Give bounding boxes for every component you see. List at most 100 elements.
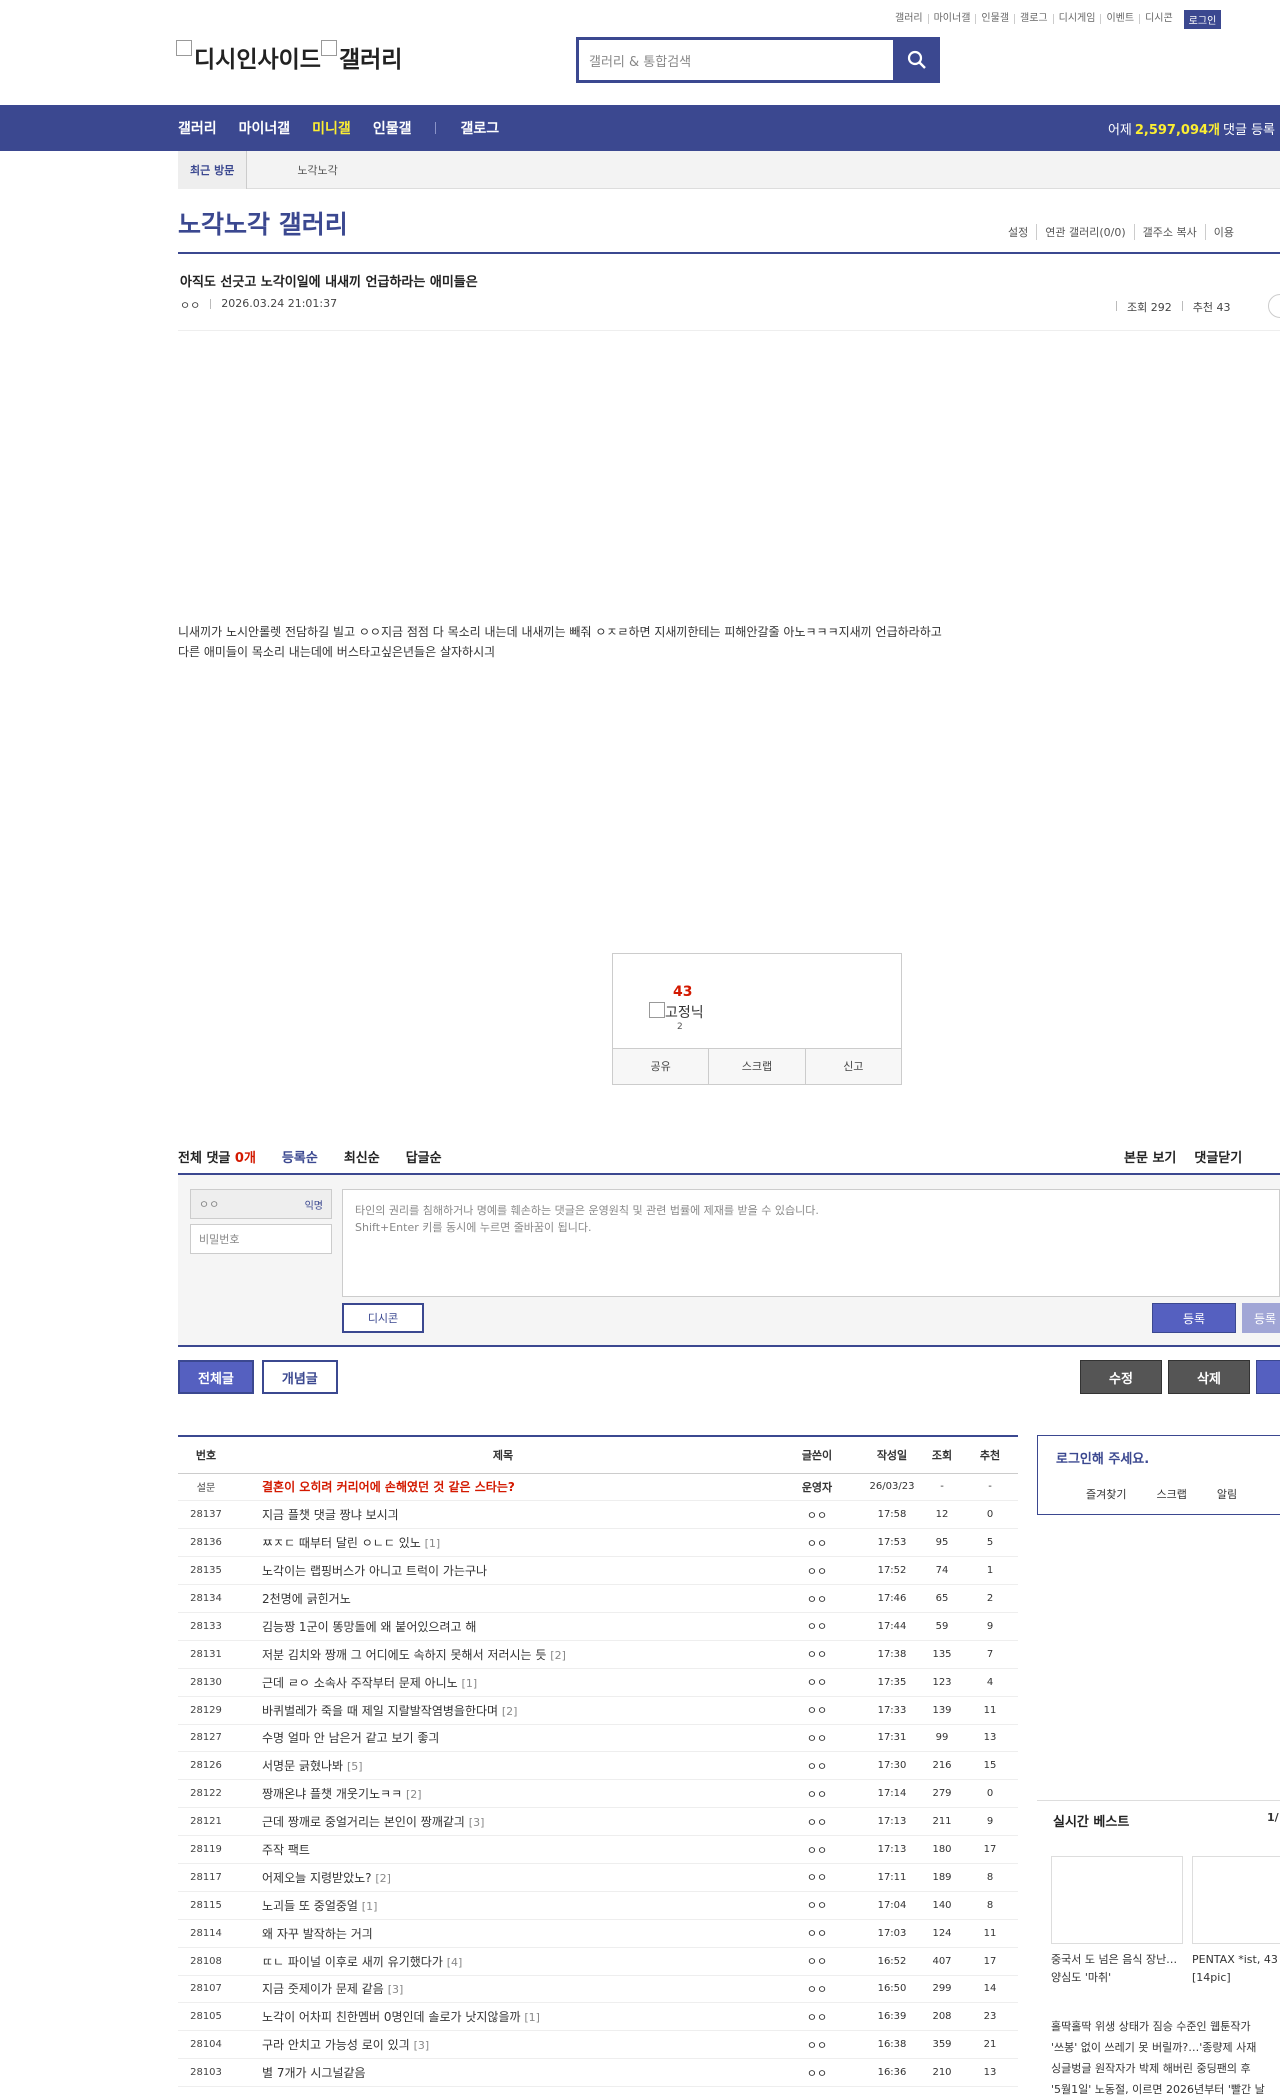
table-row[interactable]: 28122 짱깨온냐 플챗 개웃기노ㅋㅋ [2] ㅇㅇ 17:14 279 0: [178, 1779, 1018, 1809]
row-title[interactable]: 지금 줏제이가 문제 같음 [3]: [234, 1975, 772, 2004]
password-input[interactable]: 비밀번호: [190, 1224, 332, 1254]
dccon-button[interactable]: 디시콘: [342, 1303, 424, 1333]
table-row[interactable]: 28121 근데 짱깨로 중얼거리는 본인이 짱깨같긔 [3] ㅇㅇ 17:13 211…: [178, 1807, 1018, 1837]
row-writer[interactable]: ㅇㅇ: [772, 1500, 862, 1530]
row-title-text[interactable]: 바퀴벌레가 죽을 때 제일 지랄발작염병을한다며: [262, 1704, 498, 1718]
table-row[interactable]: 28131 저분 김치와 짱깨 그 어디에도 속하지 못해서 저러시는 듯 [2]…: [178, 1640, 1018, 1669]
row-title-text[interactable]: 근데 ㄹㅇ 소속사 주작부터 문제 아니노: [262, 1676, 458, 1690]
best-thumbnail[interactable]: [1051, 1856, 1183, 1944]
report-button[interactable]: 신고: [806, 1049, 901, 1084]
row-title[interactable]: 짱깨온냐 플챗 개웃기노ㅋㅋ [2]: [234, 1779, 772, 1809]
table-row[interactable]: 28133 김능짱 1군이 똥망돌에 왜 붙어있으려고 해 ㅇㅇ 17:44 59 9: [178, 1612, 1018, 1641]
row-title[interactable]: 근데 ㄹㅇ 소속사 주작부터 문제 아니노 [1]: [234, 1668, 772, 1697]
row-title-text[interactable]: 노각이는 랩핑버스가 아니고 트럭이 가는구나: [262, 1564, 487, 1578]
table-row[interactable]: 28130 근데 ㄹㅇ 소속사 주작부터 문제 아니노 [1] ㅇㅇ 17:35 123…: [178, 1668, 1018, 1697]
row-title[interactable]: 별 7개가 시그널같음: [234, 2058, 772, 2088]
table-row[interactable]: 28105 노각이 어차피 친한멤버 0명인데 솔로가 낫지않을까 [1] ㅇㅇ 16…: [178, 2002, 1018, 2032]
table-row[interactable]: 28137 지금 플챗 댓글 짱냐 보시긔 ㅇㅇ 17:58 12 0: [178, 1500, 1018, 1530]
gnb-gallog[interactable]: 갤로그: [460, 118, 499, 138]
row-title[interactable]: 근데 짱깨로 중얼거리는 본인이 짱깨같긔 [3]: [234, 1807, 772, 1837]
recent-visit-label[interactable]: 최근 방문: [178, 150, 248, 189]
util-link-gallog[interactable]: 갤로그: [1015, 14, 1054, 24]
comment-jump-button[interactable]: [1268, 294, 1280, 318]
row-writer[interactable]: ㅇㅇ: [772, 1863, 862, 1892]
table-row[interactable]: 28117 어제오늘 지령받았노? [2] ㅇㅇ 17:11 189 8: [178, 1863, 1018, 1892]
row-writer[interactable]: ㅇㅇ: [772, 1668, 862, 1697]
row-title-text[interactable]: 김능짱 1군이 똥망돌에 왜 붙어있으려고 해: [262, 1620, 476, 1634]
notice-row[interactable]: 설문 결혼이 오히려 커리어에 손해였던 것 같은 스타는? 운영자 26/03…: [178, 1473, 1018, 1502]
best-caption[interactable]: 중국서 도 넘은 음식 장난…양심도 '마취': [1051, 1951, 1183, 1987]
row-writer[interactable]: ㅇㅇ: [772, 1835, 862, 1864]
best-thumbnail[interactable]: [1192, 1856, 1280, 1944]
row-title-text[interactable]: 노괴들 또 중얼중얼: [262, 1899, 358, 1913]
sort-registered[interactable]: 등록순: [282, 1147, 318, 1166]
row-title[interactable]: 구라 안치고 가능성 로이 있긔 [3]: [234, 2030, 772, 2060]
row-title[interactable]: 어제오늘 지령받았노? [2]: [234, 1863, 772, 1892]
recommend-button[interactable]: 고정닉: [649, 1002, 704, 1022]
row-writer[interactable]: ㅇㅇ: [772, 1779, 862, 1809]
table-row[interactable]: 28134 2천명에 긁힌거노 ㅇㅇ 17:46 65 2: [178, 1584, 1018, 1613]
row-title[interactable]: ㄸㄴ 파이널 이후로 새끼 유기했다가 [4]: [234, 1947, 772, 1976]
gallery-title[interactable]: 노각노각 갤러리: [178, 205, 348, 241]
reply-count[interactable]: [3]: [388, 1983, 404, 1996]
alarm-link[interactable]: 알림: [1217, 1486, 1237, 1502]
reply-count[interactable]: [3]: [414, 2039, 430, 2052]
scrap-button[interactable]: 스크랩: [709, 1049, 806, 1084]
favorites-link[interactable]: 즐겨찾기: [1086, 1486, 1126, 1502]
row-title-text[interactable]: 짱깨온냐 플챗 개웃기노ㅋㅋ: [262, 1787, 402, 1801]
comment-register-recommend-button[interactable]: 등록: [1242, 1303, 1280, 1333]
row-title[interactable]: 바퀴벌레가 죽을 때 제일 지랄발작염병을한다며 [2]: [234, 1696, 772, 1725]
gnb-gallery[interactable]: 갤러리: [178, 118, 217, 138]
row-writer[interactable]: ㅇㅇ: [772, 1891, 862, 1920]
gnb-minor[interactable]: 마이너갤: [239, 118, 291, 138]
reply-count[interactable]: [3]: [469, 1816, 485, 1829]
row-title[interactable]: 2천명에 긁힌거노: [234, 1584, 772, 1613]
row-title[interactable]: 노각이는 랩핑버스가 아니고 트럭이 가는구나: [234, 1556, 772, 1586]
reply-count[interactable]: [1]: [362, 1900, 378, 1913]
util-link-event[interactable]: 이벤트: [1101, 14, 1141, 24]
table-row[interactable]: 28107 지금 줏제이가 문제 같음 [3] ㅇㅇ 16:50 299 14: [178, 1975, 1018, 2004]
reply-count[interactable]: [2]: [375, 1872, 391, 1885]
row-title[interactable]: 왜 자꾸 발작하는 거긔: [234, 1919, 772, 1948]
row-writer[interactable]: 운영자: [772, 1473, 862, 1502]
row-title[interactable]: 저분 김치와 짱깨 그 어디에도 속하지 못해서 저러시는 듯 [2]: [234, 1640, 772, 1669]
row-title-text[interactable]: ㅉㅈㄷ 때부터 달린 ㅇㄴㄷ 있노: [262, 1536, 421, 1550]
edit-button[interactable]: 수정: [1080, 1360, 1162, 1394]
row-writer[interactable]: ㅇㅇ: [772, 2002, 862, 2032]
table-row[interactable]: 28129 바퀴벌레가 죽을 때 제일 지랄발작염병을한다며 [2] ㅇㅇ 17:33…: [178, 1696, 1018, 1725]
reply-count[interactable]: [1]: [425, 1537, 441, 1550]
usage-link[interactable]: 이용: [1206, 224, 1242, 240]
copy-address-link[interactable]: 갤주소 복사: [1135, 224, 1206, 240]
row-title[interactable]: 노괴들 또 중얼중얼 [1]: [234, 1891, 772, 1920]
row-writer[interactable]: ㅇㅇ: [772, 1807, 862, 1837]
view-body-button[interactable]: 본문 보기: [1124, 1147, 1176, 1166]
row-writer[interactable]: ㅇㅇ: [772, 2030, 862, 2060]
table-row[interactable]: 28114 왜 자꾸 발작하는 거긔 ㅇㅇ 17:03 124 11: [178, 1919, 1018, 1948]
sort-reply[interactable]: 답글순: [406, 1147, 442, 1166]
row-writer[interactable]: ㅇㅇ: [772, 2058, 862, 2088]
table-row[interactable]: 28127 수명 얼마 안 남은거 같고 보기 좋긔 ㅇㅇ 17:31 99 13: [178, 1724, 1018, 1753]
all-posts-button[interactable]: 전체글: [178, 1360, 254, 1394]
site-logo[interactable]: 디시인사이드 갤러리: [176, 40, 402, 74]
reply-count[interactable]: [4]: [447, 1956, 463, 1969]
concept-posts-button[interactable]: 개념글: [261, 1360, 338, 1394]
reply-count[interactable]: [2]: [502, 1705, 518, 1718]
row-title[interactable]: 수명 얼마 안 남은거 같고 보기 좋긔: [234, 1724, 772, 1753]
share-button[interactable]: 공유: [613, 1049, 710, 1084]
row-writer[interactable]: ㅇㅇ: [772, 1584, 862, 1613]
row-title-text[interactable]: 수명 얼마 안 남은거 같고 보기 좋긔: [262, 1731, 439, 1745]
util-link-gallery[interactable]: 갤러리: [890, 14, 929, 24]
row-title-text[interactable]: 지금 줏제이가 문제 같음: [262, 1982, 384, 1996]
table-row[interactable]: 28119 주작 팩트 ㅇㅇ 17:13 180 17: [178, 1835, 1018, 1864]
row-title-text[interactable]: 주작 팩트: [262, 1843, 310, 1857]
reply-count[interactable]: [5]: [347, 1760, 363, 1773]
table-row[interactable]: 28108 ㄸㄴ 파이널 이후로 새끼 유기했다가 [4] ㅇㅇ 16:52 407 17: [178, 1947, 1018, 1976]
row-title[interactable]: 김능짱 1군이 똥망돌에 왜 붙어있으려고 해: [234, 1612, 772, 1641]
best-list-item[interactable]: '쓰봉' 없이 쓰레기 못 버릴까?…'종량제 사재: [1051, 2037, 1265, 2058]
close-comments-button[interactable]: 댓글닫기: [1194, 1147, 1242, 1166]
best-list-item[interactable]: 홀딱홀딱 위생 상태가 짐승 수준인 웹툰작가: [1051, 2016, 1265, 2037]
row-writer[interactable]: ㅇㅇ: [772, 1919, 862, 1948]
recent-visit-item[interactable]: 노각노각: [247, 162, 337, 178]
reply-count[interactable]: [2]: [406, 1788, 422, 1801]
table-row[interactable]: 28126 서명문 긁혔나봐 [5] ㅇㅇ 17:30 216 15: [178, 1751, 1018, 1781]
